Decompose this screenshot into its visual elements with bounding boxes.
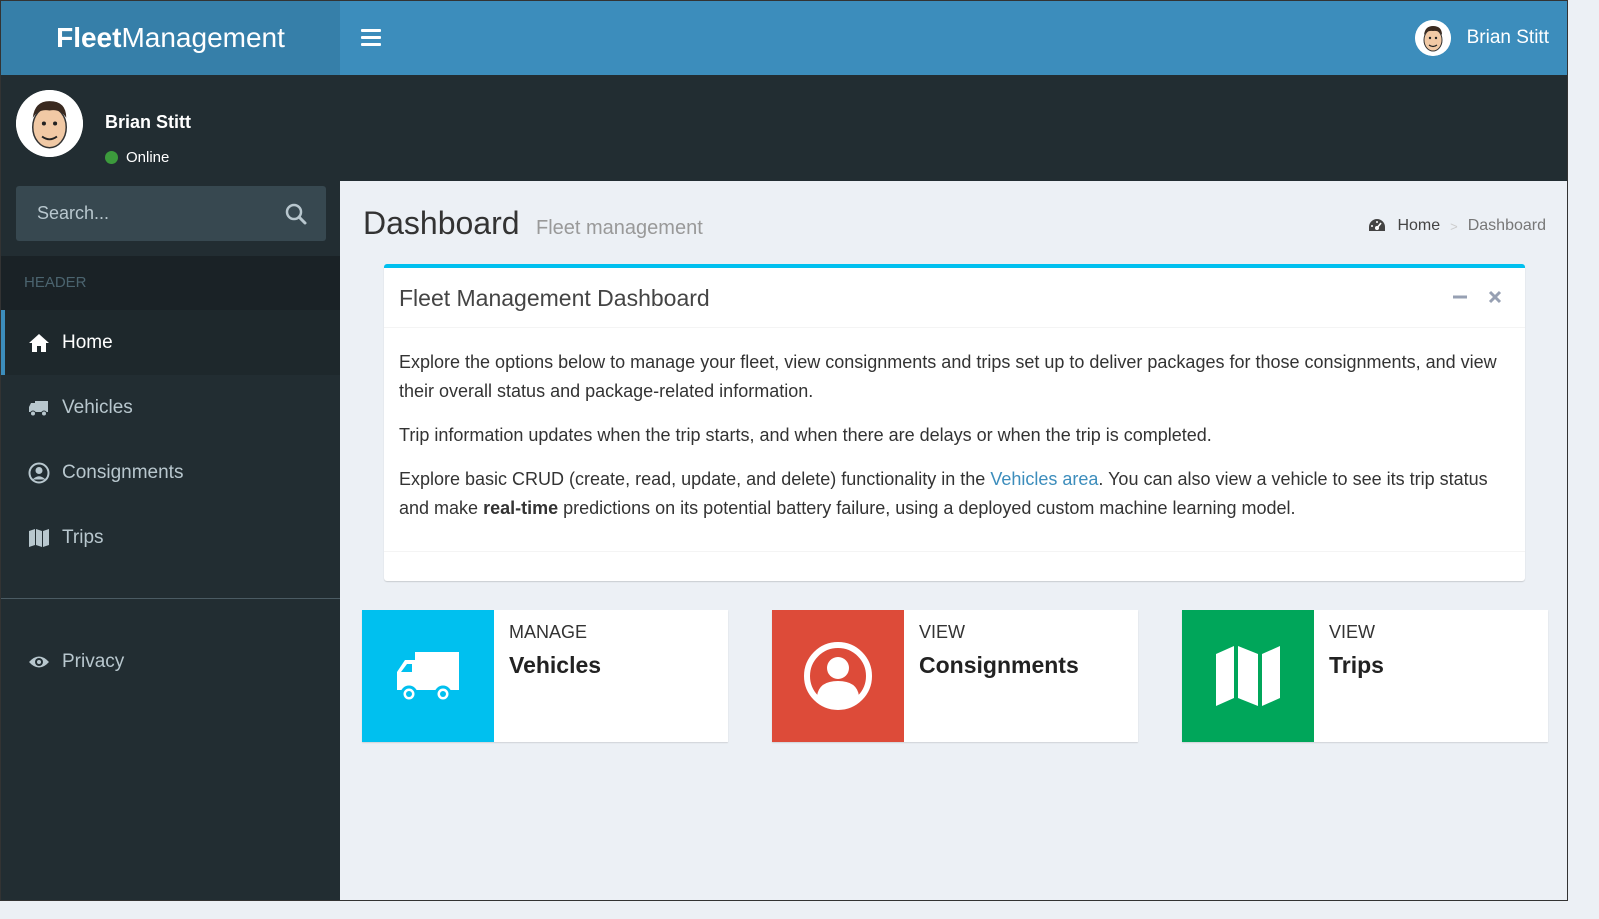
box-body: Explore the options below to manage your… xyxy=(399,348,1509,538)
sidebar-item-trips[interactable]: Trips xyxy=(1,505,340,570)
truck-icon xyxy=(28,397,50,419)
eye-icon xyxy=(28,651,50,673)
user-circle-icon xyxy=(772,610,904,742)
sidebar: Brian Stitt Online HEADER Home Vehicles xyxy=(1,75,340,900)
sidebar-search xyxy=(16,186,326,241)
sidebar-divider xyxy=(1,598,340,599)
sidebar-item-privacy[interactable]: Privacy xyxy=(1,629,340,694)
info-box-consignments[interactable]: VIEW Consignments xyxy=(772,610,1138,742)
avatar xyxy=(1414,20,1451,56)
crud-paragraph: Explore basic CRUD (create, read, update… xyxy=(399,465,1509,523)
brand-rest: Management xyxy=(121,22,285,53)
info-box-vehicles[interactable]: MANAGE Vehicles xyxy=(362,610,728,742)
page-subtitle: Fleet management xyxy=(536,217,703,239)
brand-bold: Fleet xyxy=(56,22,122,53)
map-icon xyxy=(1182,610,1314,742)
close-icon[interactable] xyxy=(1486,288,1504,306)
sidebar-item-home[interactable]: Home xyxy=(1,310,340,375)
app-window: FleetManagement Brian Stitt Brian Stitt … xyxy=(0,0,1568,901)
sidebar-header: HEADER xyxy=(1,256,340,310)
breadcrumb-home[interactable]: Home xyxy=(1368,217,1440,235)
box-header: Fleet Management Dashboard xyxy=(384,268,1525,328)
sidebar-item-label: Privacy xyxy=(62,650,125,672)
page-title: Dashboard xyxy=(363,205,520,241)
crud-text-a: Explore basic CRUD (create, read, update… xyxy=(399,469,991,489)
sidebar-item-vehicles[interactable]: Vehicles xyxy=(1,375,340,440)
home-icon xyxy=(28,332,50,354)
crud-text-bold: real-time xyxy=(483,498,559,518)
map-icon xyxy=(28,527,50,549)
avatar xyxy=(16,90,83,157)
top-navbar: FleetManagement Brian Stitt xyxy=(1,1,1567,75)
user-panel-name: Brian Stitt xyxy=(105,112,192,132)
trip-info-paragraph: Trip information updates when the trip s… xyxy=(399,425,1212,445)
info-box-title: Consignments xyxy=(919,652,1079,678)
truck-icon xyxy=(362,610,494,742)
top-user-name: Brian Stitt xyxy=(1466,27,1549,48)
dashboard-box: Fleet Management Dashboard Explore the o… xyxy=(384,264,1525,581)
sidebar-item-label: Consignments xyxy=(62,461,184,483)
brand-logo[interactable]: FleetManagement xyxy=(1,1,340,75)
info-box-caption: VIEW xyxy=(1329,622,1376,642)
sidebar-item-label: Trips xyxy=(62,526,104,548)
info-box-trips[interactable]: VIEW Trips xyxy=(1182,610,1548,742)
user-circle-icon xyxy=(28,462,50,484)
search-input[interactable] xyxy=(16,186,276,241)
breadcrumb-current: Dashboard xyxy=(1467,217,1546,234)
intro-paragraph: Explore the options below to manage your… xyxy=(399,352,1497,401)
online-status-dot-icon xyxy=(105,151,118,164)
crud-text-c: predictions on its potential battery fai… xyxy=(558,498,1296,518)
content-top-band xyxy=(340,75,1567,181)
user-status-label: Online xyxy=(126,149,170,166)
info-box-title: Vehicles xyxy=(509,652,602,678)
box-footer-divider xyxy=(384,551,1525,552)
sidebar-toggle-bars-icon[interactable] xyxy=(361,29,381,47)
breadcrumb-home-label: Home xyxy=(1397,217,1441,234)
user-status: Online xyxy=(105,149,169,166)
breadcrumb: Home > Dashboard xyxy=(1368,217,1546,235)
dashboard-gauge-icon xyxy=(1369,219,1386,231)
info-box-caption: VIEW xyxy=(919,622,966,642)
box-title: Fleet Management Dashboard xyxy=(399,285,710,311)
sidebar-item-consignments[interactable]: Consignments xyxy=(1,440,340,505)
breadcrumb-separator: > xyxy=(1450,218,1458,234)
search-icon[interactable] xyxy=(284,202,308,226)
user-menu[interactable]: Brian Stitt xyxy=(1414,20,1549,56)
sidebar-item-label: Vehicles xyxy=(62,396,133,418)
vehicles-area-link[interactable]: Vehicles area xyxy=(990,469,1098,489)
info-box-caption: MANAGE xyxy=(509,622,588,642)
minimize-icon[interactable] xyxy=(1451,288,1469,306)
info-box-title: Trips xyxy=(1329,652,1384,678)
sidebar-item-label: Home xyxy=(62,331,113,353)
